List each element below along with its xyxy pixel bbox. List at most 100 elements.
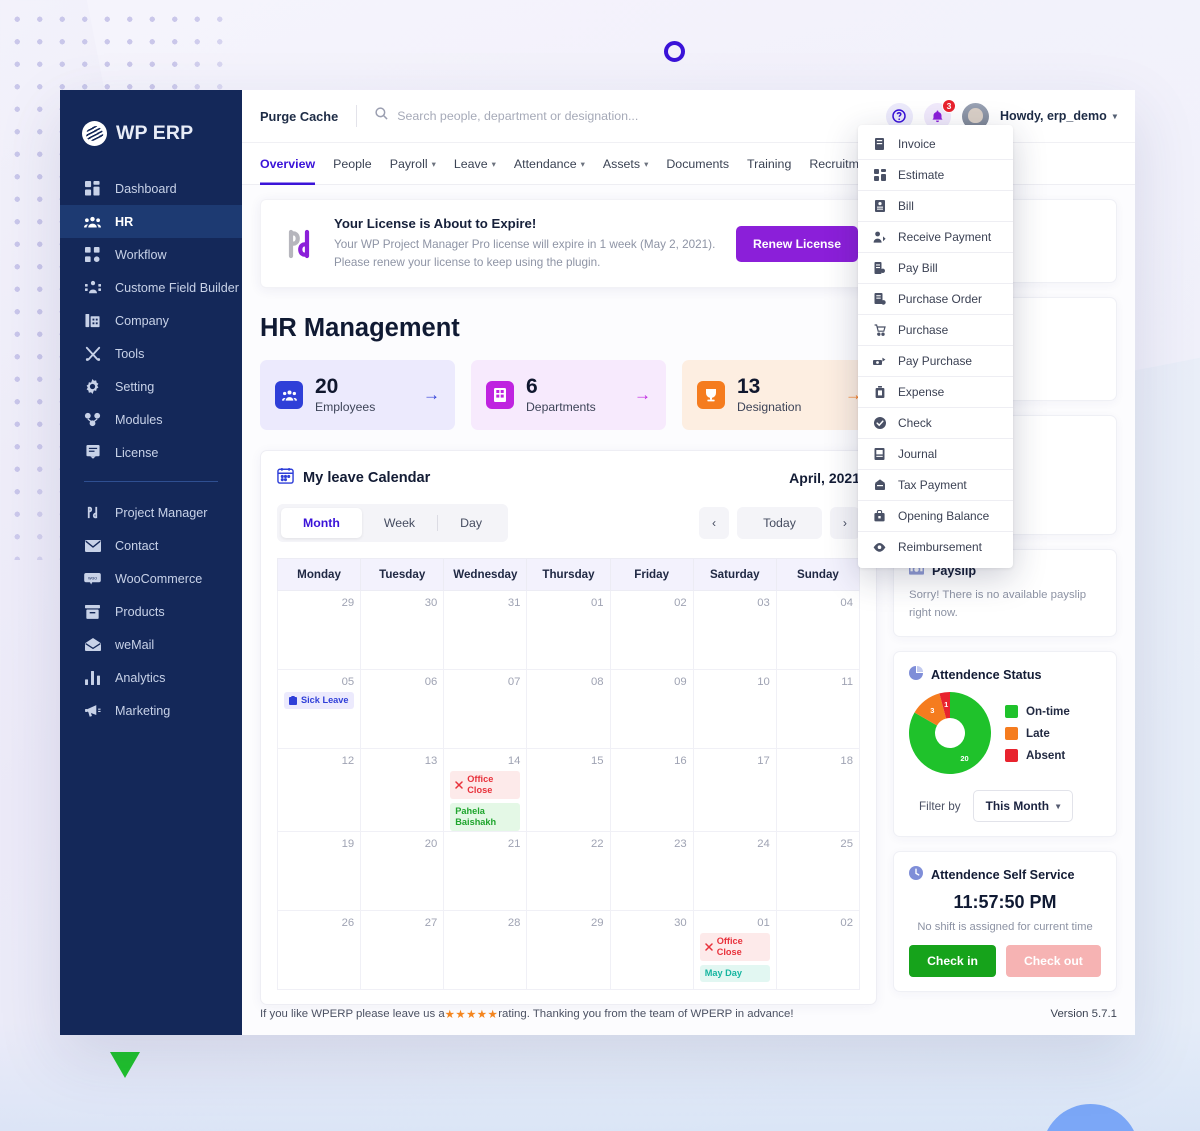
menu-item-expense[interactable]: Expense: [858, 376, 1013, 407]
calendar-view-day[interactable]: Day: [438, 508, 504, 538]
calendar-day-cell[interactable]: 18: [775, 748, 861, 833]
menu-item-opening-balance[interactable]: Opening Balance: [858, 500, 1013, 531]
sidebar-item-modules[interactable]: Modules: [60, 403, 242, 436]
calendar-day-cell[interactable]: 08: [526, 669, 611, 750]
calendar-day-cell[interactable]: 01: [526, 590, 611, 671]
calendar-day-cell[interactable]: 24: [692, 831, 777, 912]
calendar-day-cell[interactable]: 16: [609, 748, 694, 833]
check-in-button[interactable]: Check in: [909, 945, 996, 978]
menu-item-pay-purchase[interactable]: Pay Purchase: [858, 345, 1013, 376]
calendar-day-cell[interactable]: 03: [692, 590, 777, 671]
calendar-day-cell[interactable]: 25: [775, 831, 861, 912]
menu-item-journal[interactable]: Journal: [858, 438, 1013, 469]
tab-attendance[interactable]: Attendance ▾: [514, 143, 585, 185]
sidebar-item-project-manager[interactable]: Project Manager: [60, 496, 242, 529]
check-out-button[interactable]: Check out: [1005, 945, 1101, 978]
calendar-day-cell[interactable]: 14 Office Close Pahela Baishakh: [443, 748, 528, 833]
menu-item-reimbursement[interactable]: Reimbursement: [858, 531, 1013, 562]
menu-item-bill[interactable]: Bill: [858, 190, 1013, 221]
calendar-day-cell[interactable]: 07: [443, 669, 528, 750]
sidebar-item-label: Tools: [115, 346, 145, 361]
calendar-day-cell[interactable]: 22: [526, 831, 611, 912]
calendar-day-cell[interactable]: 13: [360, 748, 445, 833]
stat-card-departments[interactable]: 6 Departments →: [471, 360, 666, 431]
calendar-day-cell[interactable]: 01 Office Close May Day: [692, 910, 777, 991]
calendar-prev-button[interactable]: ‹: [698, 507, 730, 540]
brand-logo-wrap[interactable]: WP ERP: [60, 90, 242, 152]
calendar-view-month[interactable]: Month: [281, 508, 362, 539]
stat-card-employees[interactable]: 20 Employees →: [260, 360, 455, 431]
calendar-day-cell[interactable]: 23: [609, 831, 694, 912]
calendar-event[interactable]: May Day: [699, 965, 770, 983]
tab-people[interactable]: People: [333, 143, 372, 185]
menu-item-purchase-order[interactable]: Purchase Order: [858, 283, 1013, 314]
menu-item-receive-payment[interactable]: Receive Payment: [858, 221, 1013, 252]
footer-stars[interactable]: ★★★★★: [445, 1007, 499, 1021]
calendar-day-cell[interactable]: 09: [609, 669, 694, 750]
calendar-day-cell[interactable]: 12: [276, 748, 362, 833]
sidebar-item-custome-field-builder[interactable]: Custome Field Builder: [60, 271, 242, 304]
stat-card-designation[interactable]: 13 Designation →: [682, 360, 877, 431]
calendar-day-cell[interactable]: 19: [276, 831, 362, 912]
calendar-day-cell[interactable]: 26: [276, 910, 362, 991]
calendar-day-cell[interactable]: 29: [276, 590, 362, 671]
arrow-right-icon[interactable]: →: [423, 385, 440, 405]
filter-select[interactable]: This Month ▾: [972, 790, 1074, 823]
calendar-event[interactable]: Sick Leave: [284, 692, 355, 710]
tab-training[interactable]: Training: [747, 143, 791, 185]
calendar-day-cell[interactable]: 31: [443, 590, 528, 671]
sidebar-item-company[interactable]: Company: [60, 304, 242, 337]
calendar-day-cell[interactable]: 04: [775, 590, 861, 671]
calendar-day-cell[interactable]: 15: [526, 748, 611, 833]
renew-license-button[interactable]: Renew License: [735, 225, 858, 262]
sidebar-item-setting[interactable]: Setting: [60, 370, 242, 403]
menu-item-tax-payment[interactable]: Tax Payment: [858, 469, 1013, 500]
arrow-right-icon[interactable]: →: [634, 385, 651, 405]
tab-assets[interactable]: Assets ▾: [603, 143, 648, 185]
calendar-day-cell[interactable]: 11: [775, 669, 861, 750]
calendar-day-cell[interactable]: 17: [692, 748, 777, 833]
sidebar-item-workflow[interactable]: Workflow: [60, 238, 242, 271]
calendar-day-cell[interactable]: 02: [609, 590, 694, 671]
search-area[interactable]: [357, 107, 886, 125]
calendar-day-cell[interactable]: 30: [609, 910, 694, 991]
account-menu-trigger[interactable]: Howdy, erp_demo ▾: [1000, 109, 1117, 123]
sidebar-item-woocommerce[interactable]: woo WooCommerce: [60, 562, 242, 595]
tab-leave[interactable]: Leave ▾: [454, 143, 496, 185]
calendar-next-button[interactable]: ›: [829, 507, 860, 540]
purge-cache-button[interactable]: Purge Cache: [260, 109, 356, 124]
search-input[interactable]: [397, 109, 728, 123]
menu-item-pay-bill[interactable]: Pay Bill: [858, 252, 1013, 283]
calendar-event[interactable]: Pahela Baishakh: [450, 803, 521, 832]
calendar-day-cell[interactable]: 02: [775, 910, 861, 991]
calendar-day-cell[interactable]: 27: [360, 910, 445, 991]
calendar-day-cell[interactable]: 29: [526, 910, 611, 991]
sidebar-item-analytics[interactable]: Analytics: [60, 661, 242, 694]
calendar-day-cell[interactable]: 06: [360, 669, 445, 750]
calendar-day-cell[interactable]: 28: [443, 910, 528, 991]
calendar-day-cell[interactable]: 20: [360, 831, 445, 912]
tab-payroll[interactable]: Payroll ▾: [390, 143, 436, 185]
menu-item-purchase[interactable]: Purchase: [858, 314, 1013, 345]
calendar-day-cell[interactable]: 05 Sick Leave: [276, 669, 362, 750]
sidebar-item-wemail[interactable]: weMail: [60, 628, 242, 661]
sidebar-item-products[interactable]: Products: [60, 595, 242, 628]
sidebar-item-license[interactable]: License: [60, 436, 242, 469]
sidebar-item-contact[interactable]: Contact: [60, 529, 242, 562]
sidebar-item-hr[interactable]: HR: [60, 205, 242, 238]
menu-item-check[interactable]: Check: [858, 407, 1013, 438]
tab-documents[interactable]: Documents: [666, 143, 729, 185]
tab-overview[interactable]: Overview: [260, 143, 315, 185]
calendar-event[interactable]: Office Close: [699, 933, 770, 962]
menu-item-estimate[interactable]: Estimate: [858, 159, 1013, 190]
calendar-event[interactable]: Office Close: [450, 771, 521, 800]
calendar-day-cell[interactable]: 21: [443, 831, 528, 912]
sidebar-item-marketing[interactable]: Marketing: [60, 694, 242, 727]
menu-item-invoice[interactable]: Invoice: [858, 129, 1013, 159]
calendar-day-cell[interactable]: 10: [692, 669, 777, 750]
sidebar-item-dashboard[interactable]: Dashboard: [60, 172, 242, 205]
calendar-day-cell[interactable]: 30: [360, 590, 445, 671]
sidebar-item-tools[interactable]: Tools: [60, 337, 242, 370]
calendar-view-week[interactable]: Week: [362, 508, 437, 538]
calendar-today-button[interactable]: Today: [737, 507, 822, 540]
